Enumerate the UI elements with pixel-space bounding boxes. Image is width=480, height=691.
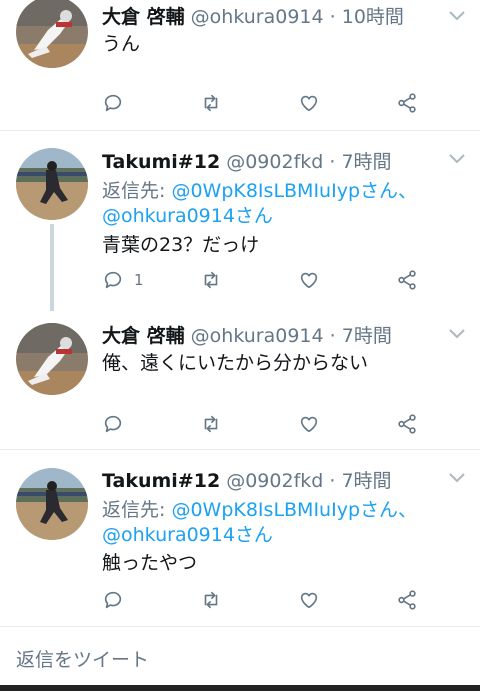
avatar-image-pitcher — [16, 323, 88, 395]
retweet-icon — [204, 94, 218, 112]
timestamp[interactable]: 10時間 — [342, 6, 404, 28]
share-button[interactable] — [396, 89, 418, 117]
share-icon — [398, 414, 416, 434]
avatar[interactable] — [16, 148, 88, 220]
meta-separator: · — [323, 151, 342, 173]
display-name[interactable]: 大倉 啓輔 — [102, 325, 185, 347]
like-icon — [300, 95, 318, 112]
reply-compose-placeholder[interactable]: 返信をツイート — [16, 645, 149, 672]
handle[interactable]: @ohkura0914 — [191, 6, 324, 28]
tweet[interactable]: Takumi#12 @0902fkd · 7時間 返信先: @0WpK8IsLB… — [0, 131, 480, 311]
like-button[interactable] — [298, 266, 320, 294]
avatar[interactable] — [16, 323, 88, 395]
tweet-actions — [0, 586, 480, 614]
retweet-button[interactable] — [200, 266, 222, 294]
reply-to-label: 返信先: — [102, 499, 172, 521]
meta-separator: · — [323, 325, 342, 347]
tweet-text: 俺、遠くにいたから分からない — [102, 352, 369, 374]
tweet-header: Takumi#12 @0902fkd · 7時間 — [102, 147, 392, 174]
tweet-actions — [0, 89, 480, 117]
meta-separator: · — [323, 6, 342, 28]
like-icon — [300, 592, 318, 609]
share-button[interactable] — [396, 266, 418, 294]
reply-button[interactable] — [102, 410, 124, 438]
handle[interactable]: @0902fkd — [226, 151, 323, 173]
avatar-image-batter — [16, 148, 88, 220]
tweet-header: 大倉 啓輔 @ohkura0914 · 10時間 — [102, 2, 404, 29]
like-button[interactable] — [298, 89, 320, 117]
chevron-down-icon[interactable] — [448, 153, 466, 165]
avatar[interactable] — [16, 0, 88, 68]
display-name[interactable]: Takumi#12 — [102, 151, 220, 173]
reply-button[interactable]: 1 — [102, 266, 144, 294]
timestamp[interactable]: 7時間 — [342, 325, 392, 347]
reply-icon — [104, 415, 122, 433]
retweet-icon — [204, 271, 218, 289]
reply-icon — [104, 591, 122, 609]
retweet-button[interactable] — [200, 89, 222, 117]
retweet-button[interactable] — [200, 586, 222, 614]
tweet-header: 大倉 啓輔 @ohkura0914 · 7時間 — [102, 321, 392, 348]
display-name[interactable]: 大倉 啓輔 — [102, 6, 185, 28]
reply-count: 1 — [134, 271, 144, 289]
mention-link[interactable]: @0WpK8IsLBMIuIypさん、 — [171, 180, 417, 202]
mention-link[interactable]: @ohkura0914さん — [102, 201, 273, 228]
share-icon — [398, 93, 416, 113]
retweet-button[interactable] — [200, 410, 222, 438]
tweet[interactable]: Takumi#12 @0902fkd · 7時間 返信先: @0WpK8IsLB… — [0, 450, 480, 626]
tweet-text: 青葉の23？だっけ — [102, 234, 260, 256]
handle[interactable]: @ohkura0914 — [191, 325, 324, 347]
tweet[interactable]: 大倉 啓輔 @ohkura0914 · 7時間 俺、遠くにいたから分からない — [0, 311, 480, 449]
reply-to-label: 返信先: — [102, 180, 172, 202]
reply-to-line: 返信先: @0WpK8IsLBMIuIypさん、 — [102, 495, 417, 522]
reply-button[interactable] — [102, 89, 124, 117]
share-icon — [398, 270, 416, 290]
retweet-icon — [204, 591, 218, 609]
handle[interactable]: @0902fkd — [226, 470, 323, 492]
retweet-icon — [204, 415, 218, 433]
tweet-text: 触ったやつ — [102, 552, 198, 574]
mention-link[interactable]: @ohkura0914さん — [102, 520, 273, 547]
like-icon — [300, 272, 318, 289]
share-icon — [398, 590, 416, 610]
avatar-image-pitcher — [16, 0, 88, 68]
chevron-down-icon[interactable] — [448, 10, 466, 22]
display-name[interactable]: Takumi#12 — [102, 470, 220, 492]
timestamp[interactable]: 7時間 — [341, 151, 391, 173]
bottom-edge — [0, 685, 480, 691]
chevron-down-icon[interactable] — [448, 472, 466, 484]
reply-icon — [104, 94, 122, 112]
mention-link[interactable]: @0WpK8IsLBMIuIypさん、 — [171, 499, 417, 521]
tweet[interactable]: 大倉 啓輔 @ohkura0914 · 10時間 うん — [0, 0, 480, 131]
reply-compose-bar[interactable]: 返信をツイート — [0, 627, 480, 691]
reply-to-line: 返信先: @0WpK8IsLBMIuIypさん、 — [102, 176, 417, 203]
avatar-image-batter — [16, 468, 88, 540]
reply-icon — [104, 271, 122, 289]
tweet-actions — [0, 410, 480, 438]
like-icon — [300, 416, 318, 433]
like-button[interactable] — [298, 410, 320, 438]
avatar[interactable] — [16, 468, 88, 540]
share-button[interactable] — [396, 586, 418, 614]
share-button[interactable] — [396, 410, 418, 438]
timestamp[interactable]: 7時間 — [341, 470, 391, 492]
meta-separator: · — [323, 470, 342, 492]
tweet-header: Takumi#12 @0902fkd · 7時間 — [102, 466, 392, 493]
like-button[interactable] — [298, 586, 320, 614]
reply-button[interactable] — [102, 586, 124, 614]
chevron-down-icon[interactable] — [448, 328, 466, 340]
tweet-actions: 1 — [0, 266, 480, 294]
tweet-text: うん — [102, 33, 141, 55]
